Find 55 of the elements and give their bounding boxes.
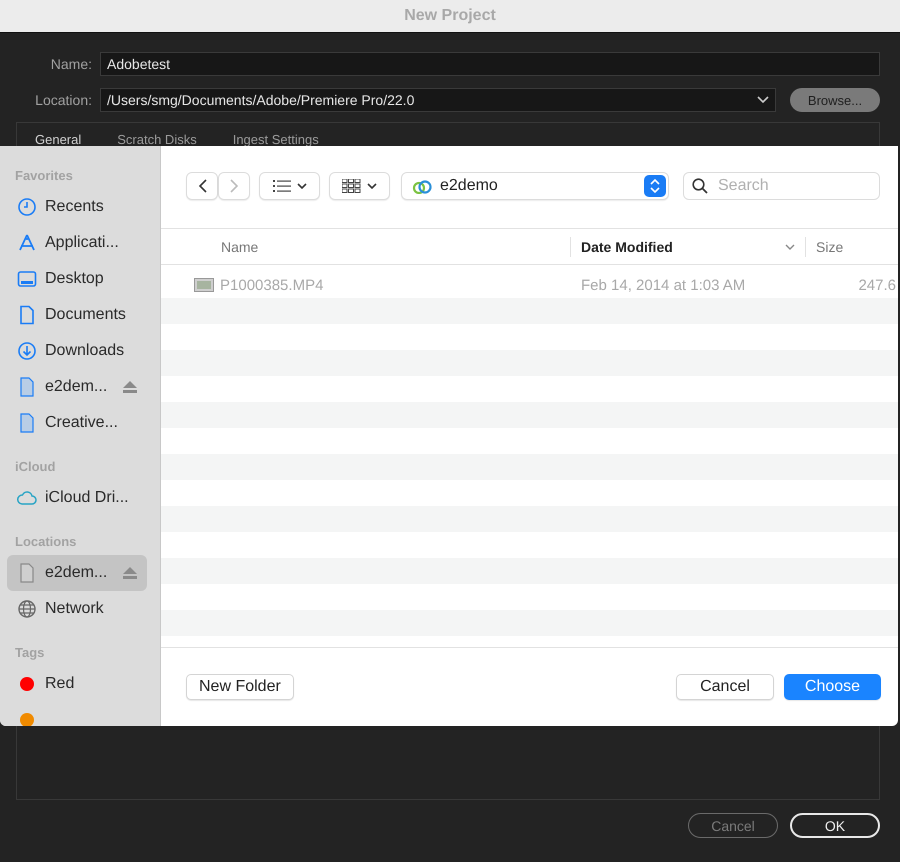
tab[interactable]: Ingest Settings <box>232 132 319 147</box>
cloud-logo-icon <box>412 178 432 194</box>
cloud-icon <box>17 488 37 508</box>
clock-icon <box>17 197 37 217</box>
download-icon <box>17 341 37 361</box>
sidebar-item[interactable]: Red <box>7 666 147 702</box>
sidebar-section-title: Tags <box>14 645 46 660</box>
chevron-left-icon <box>198 179 206 193</box>
chevron-down-icon <box>785 244 795 250</box>
tab[interactable]: General <box>35 132 82 147</box>
list-view-button[interactable] <box>259 172 320 200</box>
globe-icon <box>17 599 37 619</box>
browse-button[interactable]: Browse... <box>790 88 880 112</box>
app-store-icon <box>17 233 37 253</box>
sidebar-section-title: iCloud <box>14 459 56 474</box>
path-popup[interactable]: e2demo <box>401 172 669 200</box>
column-header[interactable]: Date Modified <box>570 236 805 256</box>
window-title: New Project <box>404 7 496 25</box>
field-label: Location: <box>34 92 92 108</box>
document-icon <box>17 305 37 325</box>
sidebar-item[interactable]: Desktop <box>7 261 147 297</box>
field-label: Name: <box>50 56 92 72</box>
sidebar-item[interactable]: Recents <box>7 189 147 225</box>
back-button[interactable] <box>186 172 218 200</box>
sidebar-section-title: Locations <box>14 534 78 549</box>
sidebar-item[interactable]: Creative... <box>7 405 147 441</box>
list-icon <box>272 180 290 192</box>
desktop-icon <box>17 269 37 289</box>
sidebar-item[interactable]: e2dem... <box>7 555 147 591</box>
ok-button[interactable]: OK <box>790 813 880 838</box>
sidebar-item[interactable]: Applicati... <box>7 225 147 261</box>
sidebar-item[interactable]: Downloads <box>7 333 147 369</box>
chevron-right-icon <box>230 179 238 193</box>
group-button[interactable] <box>329 172 390 200</box>
sidebar-item[interactable]: Network <box>7 591 147 627</box>
location-dropdown[interactable]: /Users/smg/Documents/Adobe/Premiere Pro/22.0 <box>100 88 776 112</box>
choose-button[interactable]: Choose <box>784 674 881 700</box>
column-header[interactable]: Name <box>161 236 570 256</box>
sidebar-item[interactable]: iCloud Dri... <box>7 480 147 516</box>
chevron-down-icon <box>367 183 377 189</box>
grid-icon <box>342 179 361 193</box>
video-file-icon <box>194 278 214 292</box>
search-field[interactable]: Search <box>683 172 880 200</box>
sidebar-section-title: Favorites <box>14 168 74 183</box>
search-icon <box>692 178 708 194</box>
chevron-down-icon <box>757 96 769 104</box>
tab[interactable]: Scratch Disks <box>117 132 197 147</box>
chevron-down-icon <box>296 183 306 189</box>
sheet-button[interactable]: New Folder <box>186 674 294 700</box>
sheet-button[interactable]: Cancel <box>676 674 774 700</box>
name-field[interactable]: Adobetest <box>100 52 880 76</box>
stepper-icon <box>644 175 666 197</box>
sidebar-item[interactable]: e2dem... <box>7 369 147 405</box>
sidebar-item[interactable]: Documents <box>7 297 147 333</box>
column-header[interactable]: Size <box>805 236 898 256</box>
